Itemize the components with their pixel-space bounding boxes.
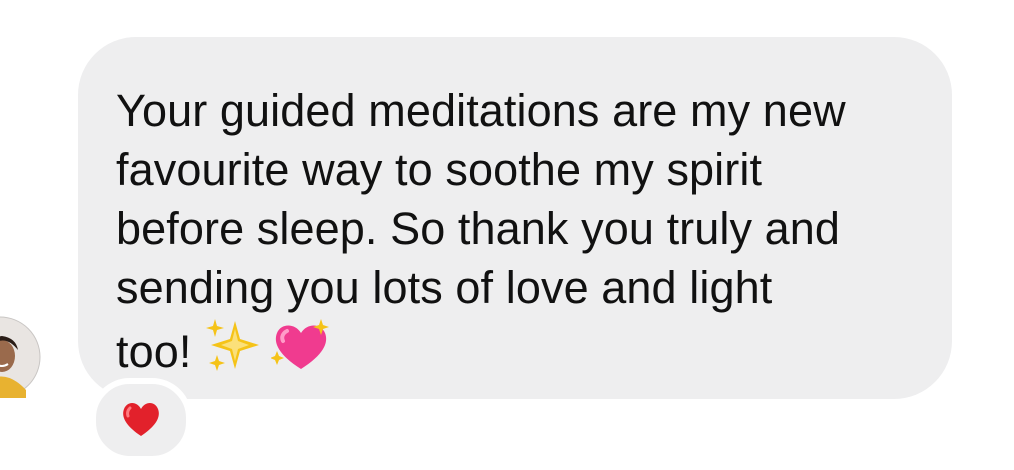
message-bubble[interactable]: Your guided meditations are my new favou… xyxy=(78,37,952,399)
reaction-badge[interactable] xyxy=(90,378,192,462)
message-thread: Your guided meditations are my new favou… xyxy=(0,0,1014,470)
sparkles-icon xyxy=(205,317,265,387)
message-line: favourite way to soothe my spirit xyxy=(116,144,763,195)
avatar[interactable] xyxy=(0,312,42,398)
message-line-last: too! xyxy=(116,317,912,387)
message-line: Your guided meditations are my new xyxy=(116,85,846,136)
message-line: too! xyxy=(116,326,192,377)
sparkling-heart-icon xyxy=(270,317,331,387)
red-heart-icon xyxy=(120,398,162,443)
message-line: sending you lots of love and light xyxy=(116,262,773,313)
message-line: before sleep. So thank you truly and xyxy=(116,203,841,254)
message-text: Your guided meditations are my new favou… xyxy=(116,81,912,387)
